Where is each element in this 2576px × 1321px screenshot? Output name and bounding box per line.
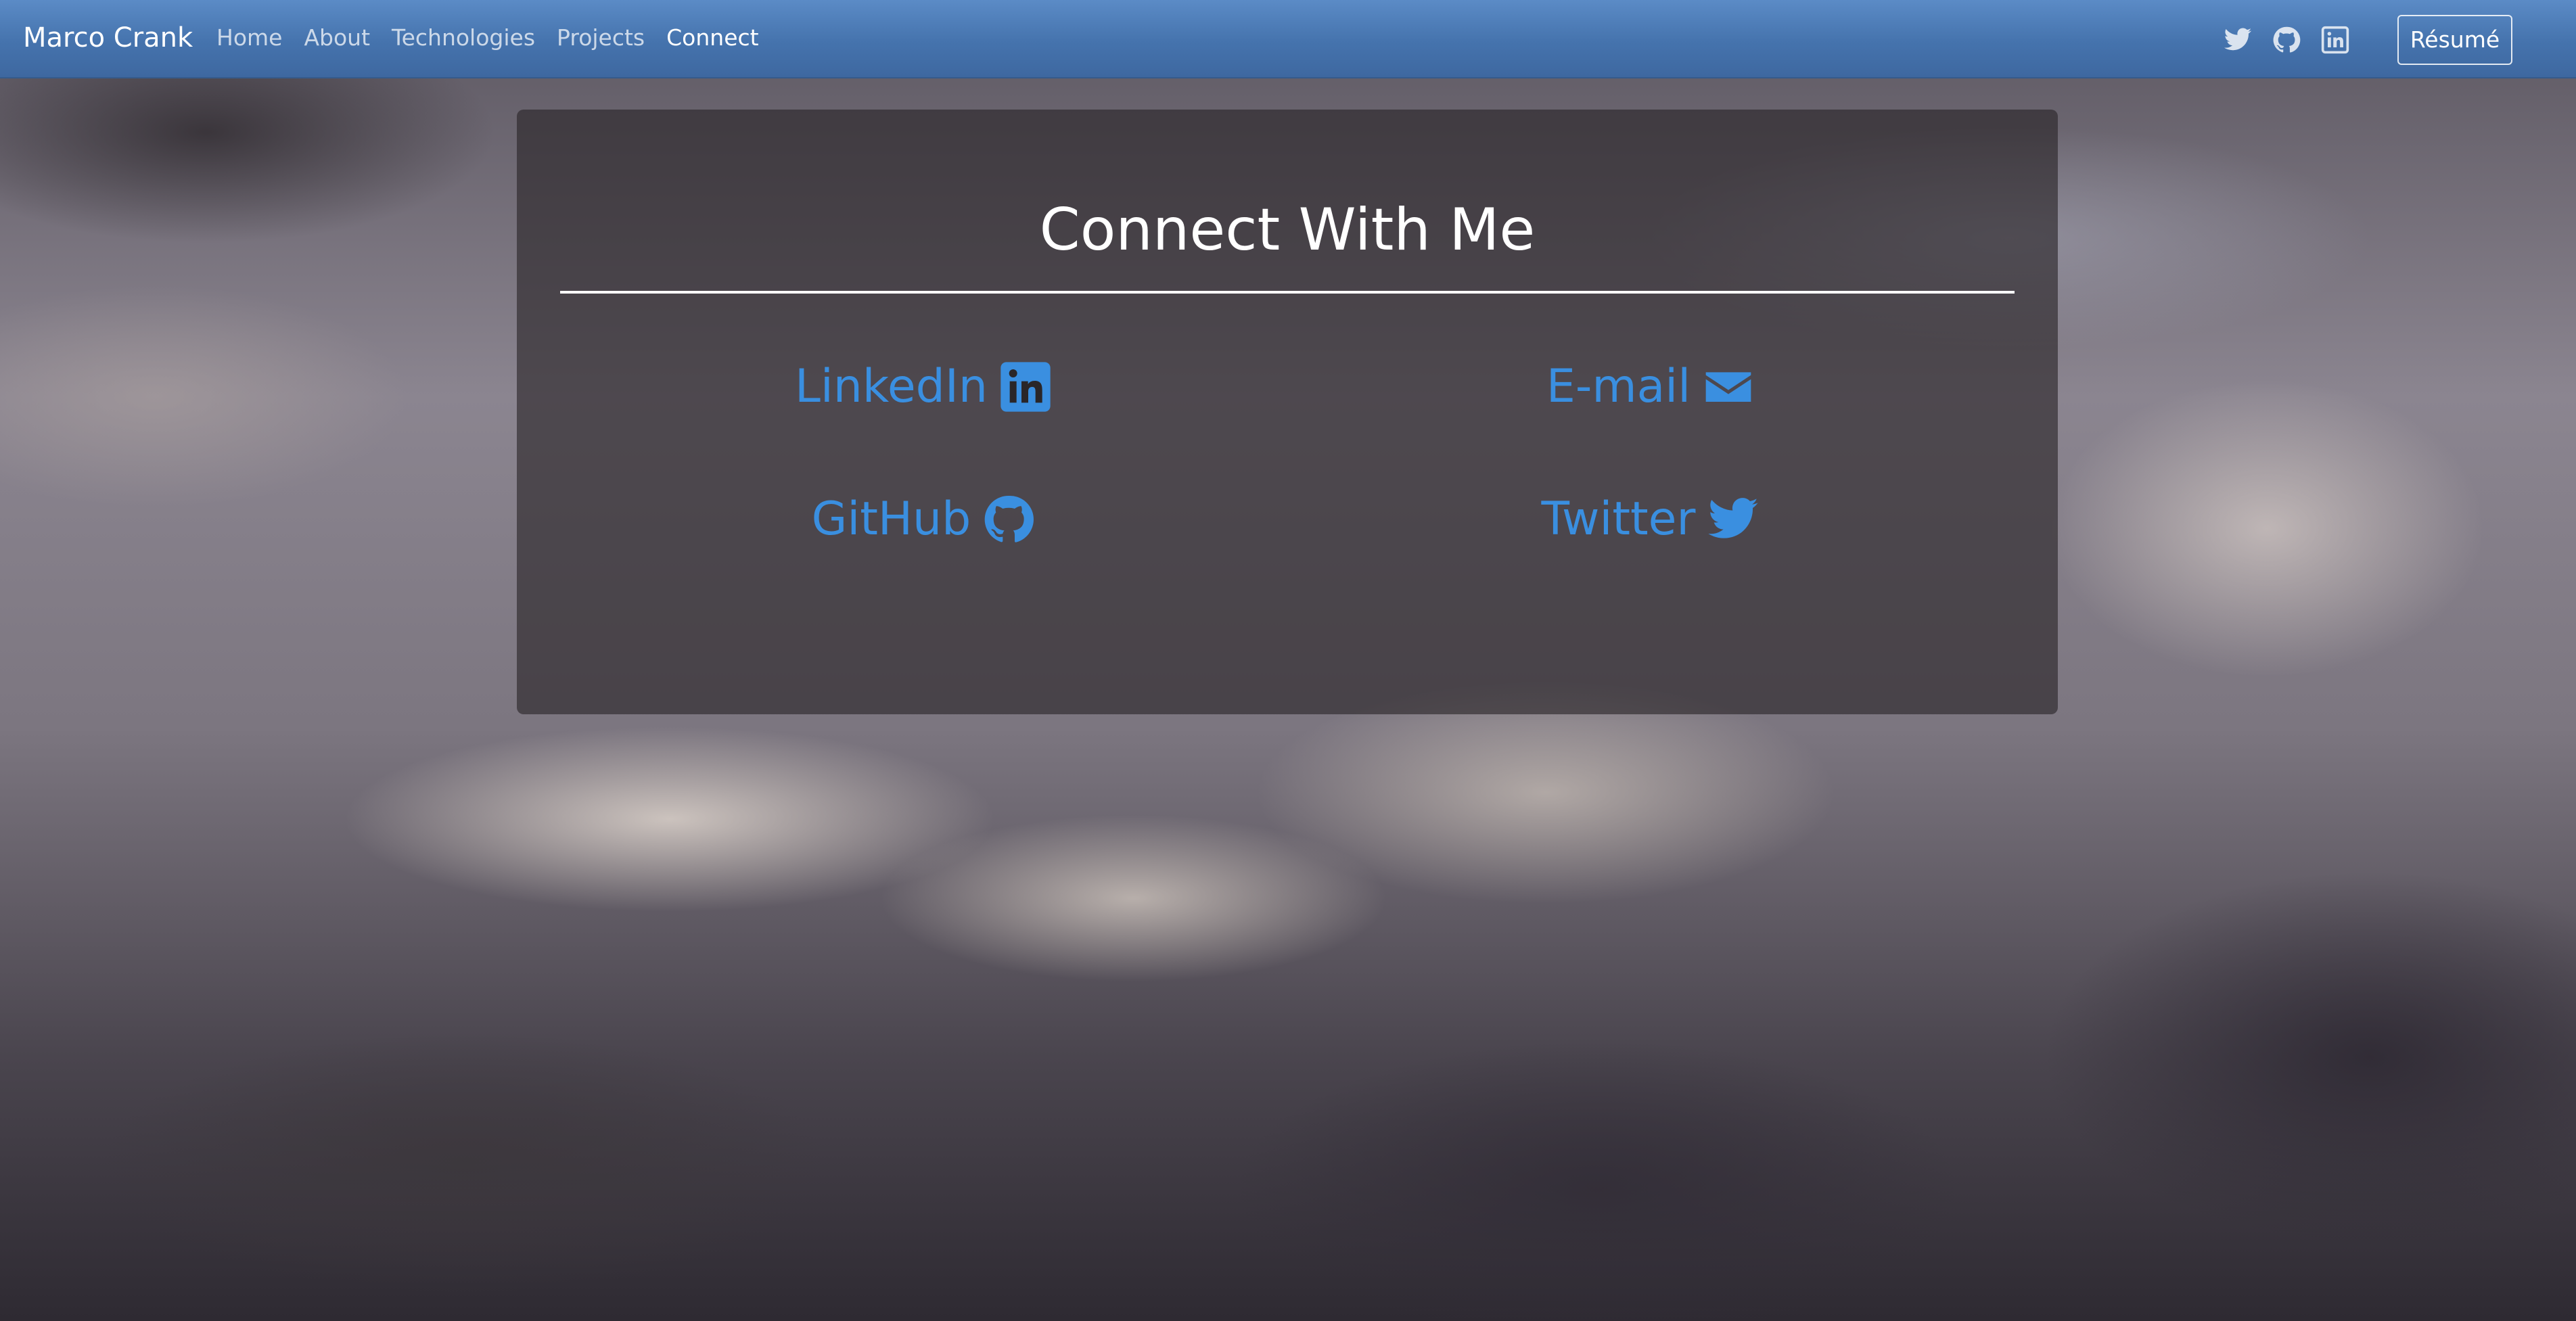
nav-link-connect[interactable]: Connect <box>666 23 758 53</box>
brand-link[interactable]: Marco Crank <box>23 20 193 55</box>
github-icon <box>982 492 1036 547</box>
twitter-icon[interactable] <box>2223 25 2253 55</box>
linkedin-link[interactable]: LinkedIn <box>560 360 1287 414</box>
linkedin-icon[interactable] <box>2320 25 2350 55</box>
linkedin-icon <box>998 360 1053 414</box>
nav-links: Home About Technologies Projects Connect <box>216 23 759 53</box>
twitter-icon <box>1706 492 1760 547</box>
nav-link-about[interactable]: About <box>304 23 370 53</box>
social-links-grid: LinkedIn E-mail GitHub Twitter <box>560 360 2015 547</box>
github-link-label: GitHub <box>811 492 971 546</box>
github-link[interactable]: GitHub <box>560 492 1287 547</box>
linkedin-link-label: LinkedIn <box>795 360 988 413</box>
email-link-label: E-mail <box>1546 360 1691 413</box>
connect-card: Connect With Me LinkedIn E-mail GitHub T… <box>517 110 2058 714</box>
twitter-link[interactable]: Twitter <box>1287 492 2015 547</box>
email-link[interactable]: E-mail <box>1287 360 2015 414</box>
envelope-icon <box>1701 360 1755 414</box>
nav-right: Résumé <box>2223 15 2512 65</box>
page-title: Connect With Me <box>1039 196 1536 264</box>
nav-link-projects[interactable]: Projects <box>557 23 645 53</box>
nav-link-home[interactable]: Home <box>216 23 282 53</box>
title-divider <box>560 291 2015 294</box>
github-icon[interactable] <box>2272 25 2301 55</box>
nav-link-technologies[interactable]: Technologies <box>392 23 535 53</box>
resume-button[interactable]: Résumé <box>2397 15 2512 65</box>
navbar: Marco Crank Home About Technologies Proj… <box>0 0 2576 78</box>
twitter-link-label: Twitter <box>1541 492 1696 546</box>
page: Marco Crank Home About Technologies Proj… <box>0 0 2576 1321</box>
